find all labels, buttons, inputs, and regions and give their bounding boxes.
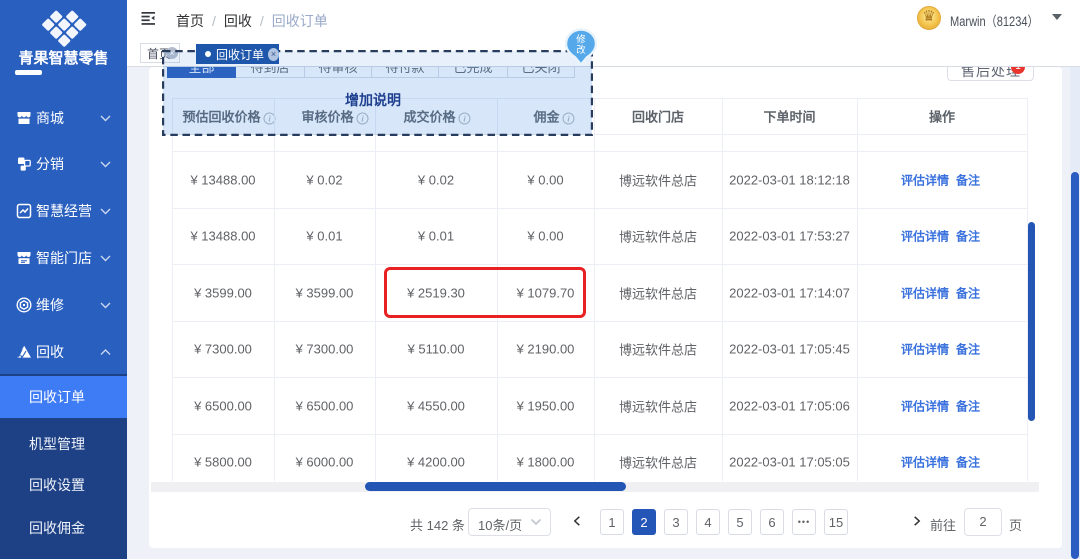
svg-text:改: 改 (576, 44, 586, 56)
svg-text:修: 修 (576, 34, 586, 46)
